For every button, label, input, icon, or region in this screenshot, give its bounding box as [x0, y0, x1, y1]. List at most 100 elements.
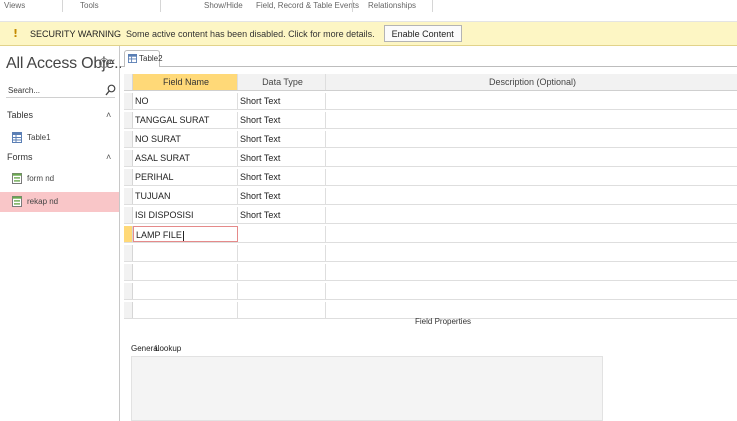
text-caret	[182, 230, 184, 241]
security-warning-message[interactable]: Some active content has been disabled. C…	[126, 29, 375, 39]
ribbon-group-events: Field, Record & Table Events	[256, 1, 360, 10]
nav-item-label: rekap nd	[27, 197, 59, 206]
row-selector[interactable]	[124, 283, 133, 299]
row-selector[interactable]	[124, 93, 133, 109]
data-type-cell[interactable]	[238, 264, 326, 280]
field-name-cell[interactable]	[133, 264, 238, 280]
data-type-cell[interactable]: Short Text	[238, 131, 326, 147]
row-selector[interactable]	[124, 188, 133, 204]
table-row[interactable]: PERIHAL Short Text	[124, 169, 737, 186]
form-icon	[12, 173, 22, 184]
row-selector[interactable]	[124, 169, 133, 185]
collapse-group-icon[interactable]: ˄	[106, 152, 111, 162]
table-row[interactable]: TUJUAN Short Text	[124, 188, 737, 205]
description-cell[interactable]	[326, 150, 737, 166]
field-name-cell[interactable]: NO	[133, 93, 238, 109]
table-row[interactable]	[124, 245, 737, 262]
navigation-pane: All Access Obje... ▼ « Tables ˄ Table1 F…	[0, 46, 127, 421]
description-cell[interactable]	[326, 131, 737, 147]
nav-search-input[interactable]	[6, 84, 115, 98]
nav-item-form-nd[interactable]: form nd	[0, 169, 119, 189]
ribbon-separator	[352, 0, 353, 12]
nav-item-label: form nd	[27, 174, 55, 183]
field-name-cell[interactable]	[133, 245, 238, 261]
table-row[interactable]: NO SURAT Short Text	[124, 131, 737, 148]
nav-collapse-icon[interactable]: «	[109, 56, 115, 68]
data-type-cell[interactable]: Short Text	[238, 188, 326, 204]
nav-item-label: Table1	[27, 133, 51, 142]
ribbon-separator	[432, 0, 433, 12]
field-name-cell[interactable]: TANGGAL SURAT	[133, 112, 238, 128]
field-properties-panel	[131, 356, 603, 421]
data-type-cell[interactable]	[238, 226, 326, 242]
table-row[interactable]: ISI DISPOSISI Short Text	[124, 207, 737, 224]
table-row[interactable]	[124, 264, 737, 281]
data-type-cell[interactable]: Short Text	[238, 150, 326, 166]
nav-group-forms[interactable]: Forms ˄	[0, 151, 120, 167]
data-type-cell[interactable]	[238, 283, 326, 299]
nav-item-table1[interactable]: Table1	[0, 128, 119, 148]
description-cell[interactable]	[326, 93, 737, 109]
column-header-data-type[interactable]: Data Type	[238, 74, 326, 90]
row-selector[interactable]	[124, 245, 133, 261]
field-name-cell[interactable]	[133, 302, 238, 318]
description-cell[interactable]	[326, 226, 737, 242]
table-row[interactable]	[124, 283, 737, 300]
table-icon	[128, 54, 137, 63]
field-properties-label: Field Properties	[415, 317, 472, 326]
row-selector[interactable]	[124, 264, 133, 280]
description-cell[interactable]	[326, 188, 737, 204]
description-cell[interactable]	[326, 283, 737, 299]
security-warning-bar: ! SECURITY WARNING Some active content h…	[0, 22, 737, 46]
nav-item-rekap-nd[interactable]: rekap nd	[0, 192, 119, 212]
tab-table2[interactable]: Table2	[124, 50, 163, 67]
column-header-description[interactable]: Description (Optional)	[326, 74, 737, 90]
column-header-field-name[interactable]: Field Name	[133, 74, 238, 90]
description-cell[interactable]	[326, 207, 737, 223]
ribbon-group-views: Views	[4, 1, 26, 10]
data-type-cell[interactable]: Short Text	[238, 112, 326, 128]
collapse-group-icon[interactable]: ˄	[106, 110, 111, 120]
form-icon	[12, 196, 22, 207]
field-name-text: LAMP FILE	[136, 230, 182, 240]
grid-header-row: Field Name Data Type Description (Option…	[124, 74, 737, 91]
tab-lookup[interactable]: Lookup	[155, 344, 181, 353]
data-type-cell[interactable]	[238, 245, 326, 261]
table-row[interactable]: NO Short Text	[124, 93, 737, 110]
row-selector[interactable]	[124, 302, 133, 318]
row-selector[interactable]	[124, 131, 133, 147]
nav-group-tables[interactable]: Tables ˄	[0, 109, 120, 125]
nav-menu-chevron-icon[interactable]: ▼	[99, 58, 109, 68]
field-name-cell[interactable]: ASAL SURAT	[133, 150, 238, 166]
row-selector[interactable]	[124, 112, 133, 128]
description-cell[interactable]	[326, 112, 737, 128]
description-cell[interactable]	[326, 245, 737, 261]
data-type-cell[interactable]	[238, 302, 326, 318]
table-row[interactable]: ASAL SURAT Short Text	[124, 150, 737, 167]
data-type-cell[interactable]: Short Text	[238, 169, 326, 185]
description-cell[interactable]	[326, 302, 737, 318]
row-selector[interactable]	[124, 150, 133, 166]
search-icon[interactable]	[105, 84, 116, 96]
nav-group-label: Forms	[7, 152, 33, 162]
field-name-cell[interactable]	[133, 283, 238, 299]
data-type-cell[interactable]: Short Text	[238, 207, 326, 223]
row-selector[interactable]	[124, 74, 133, 90]
enable-content-button[interactable]: Enable Content	[383, 25, 462, 42]
data-type-cell[interactable]: Short Text	[238, 93, 326, 109]
ribbon-group-show-hide: Show/Hide	[204, 1, 243, 10]
field-name-cell[interactable]: PERIHAL	[133, 169, 238, 185]
field-name-cell[interactable]: NO SURAT	[133, 131, 238, 147]
field-name-cell[interactable]: TUJUAN	[133, 188, 238, 204]
ribbon-group-relationships: Relationships	[368, 1, 417, 10]
security-warning-title: SECURITY WARNING	[30, 28, 122, 39]
field-name-cell[interactable]: ISI DISPOSISI	[133, 207, 238, 223]
warning-icon: !	[12, 27, 19, 40]
current-row-selector[interactable]	[124, 226, 133, 242]
table-row-current[interactable]: LAMP FILE	[124, 226, 737, 243]
description-cell[interactable]	[326, 169, 737, 185]
description-cell[interactable]	[326, 264, 737, 280]
row-selector[interactable]	[124, 207, 133, 223]
table-row[interactable]: TANGGAL SURAT Short Text	[124, 112, 737, 129]
field-name-cell-editing[interactable]: LAMP FILE	[133, 226, 238, 242]
